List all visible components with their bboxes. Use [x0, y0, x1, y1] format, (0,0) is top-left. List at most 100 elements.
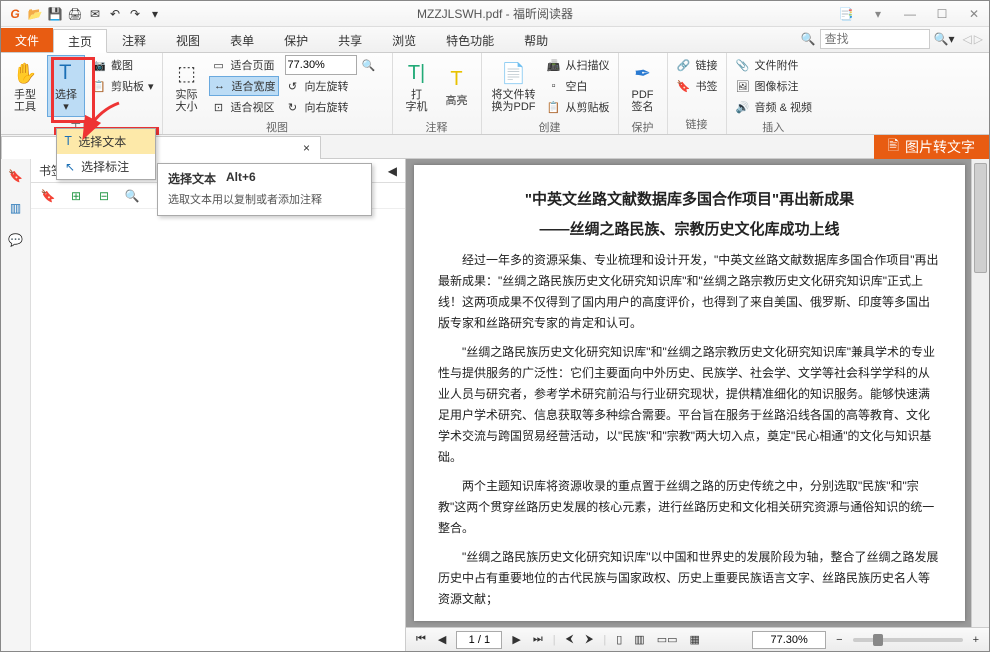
pdfsign-button[interactable]: ✒ PDF 签名: [625, 55, 661, 117]
group-protect-label: 保护: [625, 117, 661, 135]
nav-prev-icon[interactable]: ◁: [963, 32, 972, 46]
tab-annot[interactable]: 注释: [107, 28, 161, 52]
sidebar-comments-icon[interactable]: 💬: [7, 231, 25, 249]
camera-icon: 📷: [91, 57, 107, 73]
tab-form[interactable]: 表单: [215, 28, 269, 52]
select-annot-item[interactable]: ↖选择标注: [57, 154, 155, 179]
rotate-left-icon: ↺: [285, 78, 301, 94]
tab-file[interactable]: 文件: [1, 28, 53, 52]
tab-share[interactable]: 共享: [323, 28, 377, 52]
prev-page-icon[interactable]: ◀: [436, 633, 448, 646]
zoom-slider[interactable]: [853, 638, 963, 642]
tab-protect[interactable]: 保护: [269, 28, 323, 52]
image-annot-button[interactable]: 🖼图像标注: [733, 76, 814, 96]
doc-paragraph: 两个主题知识库将资源收录的重点置于丝绸之路的历史传统之中，分别选取"民族"和"宗…: [438, 476, 941, 539]
tab-features[interactable]: 特色功能: [431, 28, 509, 52]
select-text-item[interactable]: Ꭲ选择文本: [57, 129, 155, 154]
close-icon[interactable]: ✕: [963, 6, 985, 22]
last-page-icon[interactable]: ⏭: [531, 633, 545, 646]
vertical-scrollbar[interactable]: [971, 159, 989, 627]
bm-search-icon[interactable]: 🔍: [123, 187, 141, 205]
signature-icon: ✒: [629, 59, 657, 87]
layout-single-icon[interactable]: ▯: [614, 633, 624, 646]
back-icon[interactable]: ⮜: [564, 633, 576, 646]
qat-more-icon[interactable]: ▾: [147, 6, 163, 22]
av-button[interactable]: 🔊音频 & 视频: [733, 97, 814, 117]
help-dropdown-icon[interactable]: ▾: [867, 6, 889, 22]
layout-cont-facing-icon[interactable]: ▦: [688, 633, 702, 646]
bm-expand-icon[interactable]: ⊞: [67, 187, 85, 205]
from-clipboard-button[interactable]: 📋从剪贴板: [544, 97, 612, 117]
bm-collapse-icon[interactable]: ⊟: [95, 187, 113, 205]
tab-browse[interactable]: 浏览: [377, 28, 431, 52]
maximize-icon[interactable]: ☐: [931, 6, 953, 22]
typewriter-button[interactable]: T| 打 字机: [399, 55, 435, 117]
fit-width-button[interactable]: ↔适合宽度: [209, 76, 279, 96]
group-insert-label: 插入: [733, 117, 814, 135]
clipboard-button[interactable]: 📋剪贴板▾: [89, 76, 156, 96]
highlight-button[interactable]: T 高亮: [439, 55, 475, 117]
group-links-label: 链接: [674, 114, 720, 132]
convert-icon: 📄: [500, 59, 528, 87]
blank-button[interactable]: ▫空白: [544, 76, 612, 96]
search-input[interactable]: [820, 29, 930, 49]
layout-continuous-icon[interactable]: ▥: [632, 633, 646, 646]
select-text-icon: Ꭲ: [52, 59, 80, 87]
bookmark-icon: 🔖: [676, 78, 692, 94]
open-icon[interactable]: 📂: [27, 6, 43, 22]
page-content[interactable]: "中英文丝路文献数据库多国合作项目"再出新成果 ——丝绸之路民族、宗教历史文化库…: [414, 165, 965, 621]
redo-icon[interactable]: ↷: [127, 6, 143, 22]
scrollbar-thumb[interactable]: [974, 163, 987, 273]
zoom-in-icon[interactable]: 🔍: [361, 57, 377, 73]
bm-add-icon[interactable]: 🔖: [39, 187, 57, 205]
zoom-combo[interactable]: [285, 55, 357, 75]
rotate-right-button[interactable]: ↻向右旋转: [283, 97, 379, 117]
search-advanced-icon[interactable]: 🔍▾: [934, 32, 955, 46]
bookmark-button[interactable]: 🔖书签: [674, 76, 720, 96]
save-icon[interactable]: 💾: [47, 6, 63, 22]
layout-facing-icon[interactable]: ▭▭: [655, 633, 680, 646]
link-button[interactable]: 🔗链接: [674, 55, 720, 75]
forward-icon[interactable]: ⮞: [583, 633, 595, 646]
tab-help[interactable]: 帮助: [509, 28, 563, 52]
page-number-input[interactable]: [456, 631, 502, 649]
sidebar-bookmark-icon[interactable]: 🔖: [7, 167, 25, 185]
print-icon[interactable]: 🖨: [67, 6, 83, 22]
status-zoom-input[interactable]: [752, 631, 826, 649]
close-tab-icon[interactable]: ×: [303, 141, 310, 155]
fit-visible-button[interactable]: ⊡适合视区: [209, 97, 279, 117]
tab-home[interactable]: 主页: [53, 29, 107, 53]
image-to-text-button[interactable]: 🖹 图片转文字: [874, 135, 989, 159]
select-text-icon: Ꭲ: [65, 134, 72, 149]
clipboard-icon: 📋: [91, 78, 107, 94]
rotate-left-button[interactable]: ↺向左旋转: [283, 76, 379, 96]
actual-size-button[interactable]: ⬚ 实际 大小: [169, 55, 205, 117]
email-icon[interactable]: ✉: [87, 6, 103, 22]
undo-icon[interactable]: ↶: [107, 6, 123, 22]
from-scanner-button[interactable]: 📠从扫描仪: [544, 55, 612, 75]
group-view-label: 视图: [169, 117, 386, 135]
first-page-icon[interactable]: ⏮: [414, 633, 428, 646]
fit-page-button[interactable]: ▭适合页面: [209, 55, 279, 75]
bm-close-icon[interactable]: ◀: [388, 164, 397, 178]
sidebar-pages-icon[interactable]: ▥: [7, 199, 25, 217]
file-attach-button[interactable]: 📎文件附件: [733, 55, 814, 75]
zoom-in-icon[interactable]: +: [971, 634, 981, 646]
zoom-out-icon[interactable]: −: [834, 634, 844, 646]
tab-view[interactable]: 视图: [161, 28, 215, 52]
document-tab[interactable]: doc ×: [1, 136, 321, 159]
zoom-slider-knob[interactable]: [873, 634, 883, 646]
nav-next-icon[interactable]: ▷: [974, 32, 983, 46]
hand-icon: ✋: [11, 59, 39, 87]
ribbon-toggle-icon[interactable]: 📑: [835, 6, 857, 22]
doc-title-2: ——丝绸之路民族、宗教历史文化库成功上线: [438, 217, 941, 243]
snapshot-button[interactable]: 📷截图: [89, 55, 156, 75]
next-page-icon[interactable]: ▶: [510, 633, 522, 646]
minimize-icon[interactable]: —: [899, 6, 921, 22]
doc-paragraph: "丝绸之路宗教历史文化研究知识库"则以佛教、道教、伊斯兰教等丝路沿线重要宗教为轴…: [438, 618, 941, 621]
find-icon[interactable]: 🔍: [801, 32, 816, 46]
select-tool-button[interactable]: Ꭲ 选择▾: [47, 55, 85, 117]
hand-tool-button[interactable]: ✋ 手型 工具: [7, 55, 43, 117]
link-icon: 🔗: [676, 57, 692, 73]
convert-button[interactable]: 📄 将文件转 换为PDF: [488, 55, 540, 117]
